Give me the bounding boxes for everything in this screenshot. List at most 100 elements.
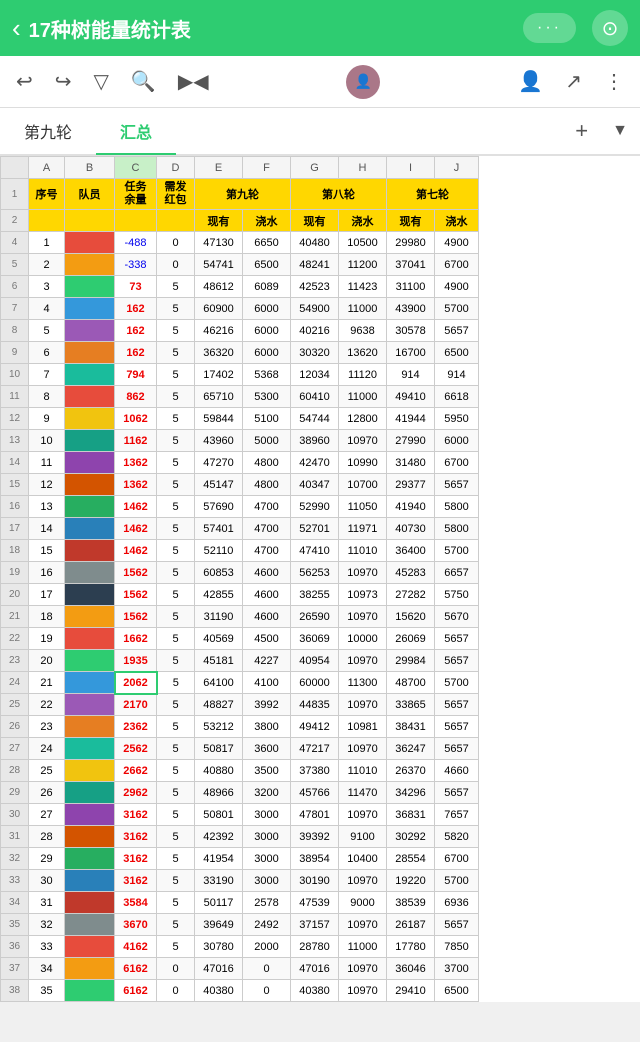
r9cur-cell[interactable]: 31190 [195,606,243,628]
r7wat-cell[interactable]: 5950 [435,408,479,430]
hongbao-cell[interactable]: 5 [157,562,195,584]
r7cur-cell[interactable]: 28554 [387,848,435,870]
seq-cell[interactable]: 33 [29,936,65,958]
seq-cell[interactable]: 26 [29,782,65,804]
r7wat-cell[interactable]: 5700 [435,298,479,320]
r9wat-cell[interactable]: 3000 [243,826,291,848]
r8wat-cell[interactable]: 11010 [339,760,387,782]
r8cur-cell[interactable]: 45766 [291,782,339,804]
hongbao-cell[interactable]: 5 [157,826,195,848]
task-cell[interactable]: 1362 [115,452,157,474]
task-cell[interactable]: 3162 [115,826,157,848]
r7wat-cell[interactable]: 6700 [435,848,479,870]
r8wat-cell[interactable]: 10973 [339,584,387,606]
task-cell[interactable]: 6162 [115,980,157,1002]
seq-cell[interactable]: 27 [29,804,65,826]
seq-cell[interactable]: 4 [29,298,65,320]
task-cell[interactable]: 1462 [115,540,157,562]
r9cur-cell[interactable]: 36320 [195,342,243,364]
r9cur-cell[interactable]: 57690 [195,496,243,518]
r9wat-cell[interactable]: 5000 [243,430,291,452]
r7cur-cell[interactable]: 914 [387,364,435,386]
task-cell[interactable]: 2562 [115,738,157,760]
task-cell[interactable]: 1162 [115,430,157,452]
r9cur-cell[interactable]: 50117 [195,892,243,914]
r7wat-cell[interactable]: 6000 [435,430,479,452]
seq-cell[interactable]: 9 [29,408,65,430]
task-cell[interactable]: 162 [115,342,157,364]
r8wat-cell[interactable]: 10970 [339,430,387,452]
task-cell[interactable]: 2962 [115,782,157,804]
more-options-icon[interactable]: ⋮ [604,69,624,94]
r9wat-cell[interactable]: 3500 [243,760,291,782]
filter-icon[interactable]: ▽ [94,69,109,94]
r8cur-cell[interactable]: 38954 [291,848,339,870]
r8cur-cell[interactable]: 54900 [291,298,339,320]
r8cur-cell[interactable]: 39392 [291,826,339,848]
seq-cell[interactable]: 16 [29,562,65,584]
r7cur-cell[interactable]: 30292 [387,826,435,848]
col-J[interactable]: J [435,157,479,179]
task-cell[interactable]: 1362 [115,474,157,496]
r9wat-cell[interactable]: 6650 [243,232,291,254]
r9wat-cell[interactable]: 6000 [243,320,291,342]
seq-cell[interactable]: 6 [29,342,65,364]
seq-cell[interactable]: 11 [29,452,65,474]
seq-cell[interactable]: 23 [29,716,65,738]
r8wat-cell[interactable]: 11050 [339,496,387,518]
hongbao-cell[interactable]: 5 [157,276,195,298]
r7wat-cell[interactable]: 5657 [435,914,479,936]
hongbao-cell[interactable]: 5 [157,848,195,870]
hongbao-cell[interactable]: 5 [157,870,195,892]
r8wat-cell[interactable]: 10970 [339,958,387,980]
seq-cell[interactable]: 29 [29,848,65,870]
r8wat-cell[interactable]: 10700 [339,474,387,496]
hongbao-cell[interactable]: 5 [157,342,195,364]
r9cur-cell[interactable]: 17402 [195,364,243,386]
r9wat-cell[interactable]: 6500 [243,254,291,276]
col-E[interactable]: E [195,157,243,179]
hongbao-cell[interactable]: 5 [157,936,195,958]
col-I[interactable]: I [387,157,435,179]
r7wat-cell[interactable]: 6657 [435,562,479,584]
r8wat-cell[interactable]: 11000 [339,936,387,958]
r8cur-cell[interactable]: 42523 [291,276,339,298]
sheet-dropdown-button[interactable]: ▼ [600,122,640,140]
r7cur-cell[interactable]: 43900 [387,298,435,320]
col-D[interactable]: D [157,157,195,179]
seq-cell[interactable]: 12 [29,474,65,496]
r7cur-cell[interactable]: 38539 [387,892,435,914]
task-cell[interactable]: 1935 [115,650,157,672]
seq-cell[interactable]: 1 [29,232,65,254]
r7wat-cell[interactable]: 6500 [435,342,479,364]
r9wat-cell[interactable]: 3800 [243,716,291,738]
hongbao-cell[interactable]: 5 [157,584,195,606]
task-cell[interactable]: 6162 [115,958,157,980]
task-cell[interactable]: 3162 [115,848,157,870]
r8cur-cell[interactable]: 54744 [291,408,339,430]
r7cur-cell[interactable]: 27282 [387,584,435,606]
hongbao-cell[interactable]: 5 [157,364,195,386]
r7cur-cell[interactable]: 26069 [387,628,435,650]
r7cur-cell[interactable]: 49410 [387,386,435,408]
r7cur-cell[interactable]: 36247 [387,738,435,760]
r7cur-cell[interactable]: 37041 [387,254,435,276]
undo-icon[interactable]: ↩ [16,69,33,94]
r7wat-cell[interactable]: 5657 [435,694,479,716]
r9wat-cell[interactable]: 5368 [243,364,291,386]
hongbao-cell[interactable]: 5 [157,672,195,694]
r8cur-cell[interactable]: 26590 [291,606,339,628]
r7wat-cell[interactable]: 5800 [435,496,479,518]
r8cur-cell[interactable]: 30320 [291,342,339,364]
r7wat-cell[interactable]: 5657 [435,474,479,496]
r8wat-cell[interactable]: 11120 [339,364,387,386]
r8cur-cell[interactable]: 30190 [291,870,339,892]
r9cur-cell[interactable]: 48966 [195,782,243,804]
task-cell[interactable]: 2662 [115,760,157,782]
r9wat-cell[interactable]: 3200 [243,782,291,804]
search-icon[interactable]: 🔍 [131,69,156,94]
task-cell[interactable]: 162 [115,320,157,342]
r8cur-cell[interactable]: 36069 [291,628,339,650]
r7wat-cell[interactable]: 7657 [435,804,479,826]
r8wat-cell[interactable]: 10970 [339,804,387,826]
